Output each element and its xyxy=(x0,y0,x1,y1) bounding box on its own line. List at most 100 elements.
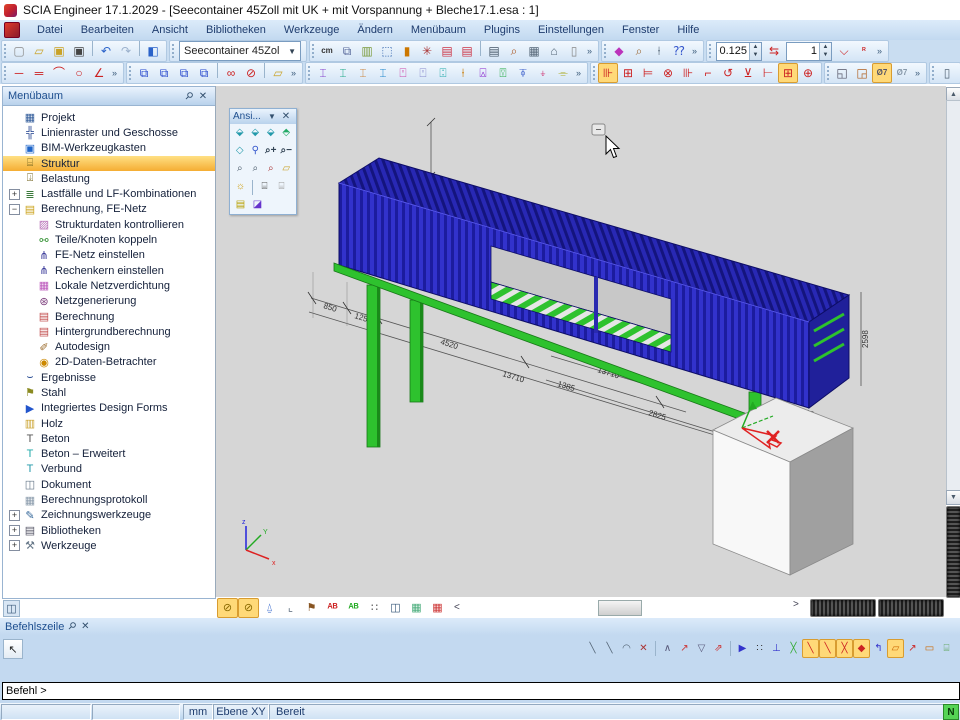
angle-icon[interactable]: ∠ xyxy=(89,63,109,83)
snap-grid-icon[interactable]: ∷ xyxy=(751,639,768,658)
sidebar-item-fe-netz-einstellen[interactable]: ⋔FE-Netz einstellen xyxy=(3,248,215,263)
member-2d-icon[interactable]: ⌶ xyxy=(353,63,373,83)
snap-curve-icon[interactable]: ↰ xyxy=(870,639,887,658)
view-x-icon[interactable]: ⬙ xyxy=(232,125,248,141)
selection-icon[interactable]: ⬚ xyxy=(377,41,397,61)
zoom-selection-icon[interactable]: ⌕ xyxy=(263,161,279,177)
support-icon[interactable]: ⍖ xyxy=(533,63,553,83)
calculator-icon[interactable]: ▦ xyxy=(524,41,544,61)
results-bed-icon[interactable]: ▤ xyxy=(457,41,477,61)
activity-icon[interactable]: ▮ xyxy=(397,41,417,61)
zoom-in-icon[interactable]: ⌕+ xyxy=(263,143,279,159)
sidebar-item-berechnungsprotokoll[interactable]: ▦Berechnungsprotokoll xyxy=(3,492,215,507)
snap-cursor-icon[interactable]: ∧ xyxy=(659,639,676,658)
save-view-icon[interactable]: ▱ xyxy=(279,161,295,177)
arc-icon[interactable]: ⌒ xyxy=(49,63,69,83)
scroll-right-icon[interactable]: > xyxy=(793,599,799,610)
document-icon[interactable]: ▯ xyxy=(564,41,584,61)
snap-endpoint-icon[interactable]: ╲ xyxy=(601,639,618,658)
zoom-all-icon[interactable]: ⌕ xyxy=(248,161,264,177)
snap-select-icon[interactable]: ▶ xyxy=(734,639,751,658)
view-y-icon[interactable]: ⬙ xyxy=(248,125,264,141)
show-member-labels-icon[interactable]: ᴬᴮ xyxy=(343,598,364,618)
menu-ndern[interactable]: Ändern xyxy=(348,21,401,39)
menu-hilfe[interactable]: Hilfe xyxy=(668,21,708,39)
show-flags-icon[interactable]: ⚑ xyxy=(301,598,322,618)
expander-plus-icon[interactable]: + xyxy=(9,189,23,200)
sidebar-item-strukturdaten-kontrollieren[interactable]: ▨Strukturdaten kontrollieren xyxy=(3,217,215,232)
rotate-roller-horizontal-1[interactable] xyxy=(810,599,876,617)
stirrup-icon[interactable]: ⊞ xyxy=(618,63,638,83)
view-axo-icon[interactable]: ⬘ xyxy=(279,125,295,141)
snap-cross-icon[interactable]: ╳ xyxy=(785,639,802,658)
cut-bar-icon[interactable]: ⊻ xyxy=(738,63,758,83)
view-z-icon[interactable]: ⬙ xyxy=(263,125,279,141)
result-scale-icon[interactable]: ᴿ xyxy=(854,41,874,61)
gallery-icon[interactable]: ▥ xyxy=(357,41,377,61)
snap-ortho-icon[interactable]: ⊥ xyxy=(768,639,785,658)
line-icon[interactable]: ─ xyxy=(9,63,29,83)
check-structure-icon[interactable]: ⌕ xyxy=(629,41,649,61)
sidebar-item-beton[interactable]: TBeton xyxy=(3,431,215,446)
sidebar-item-verbund[interactable]: TVerbund xyxy=(3,462,215,477)
menu-ansicht[interactable]: Ansicht xyxy=(143,21,197,39)
clean-icon[interactable]: ◆ xyxy=(609,41,629,61)
calculation-bed-icon[interactable]: ▤ xyxy=(437,41,457,61)
center-point-icon[interactable]: ⊕ xyxy=(798,63,818,83)
show-supports-icon[interactable]: ⍙ xyxy=(259,598,280,618)
copy-icon[interactable]: ⧉ xyxy=(134,63,154,83)
snap-triangle-icon[interactable]: ▽ xyxy=(693,639,710,658)
zoom-window-icon[interactable]: ⌕ xyxy=(232,161,248,177)
plate-icon[interactable]: ⍠ xyxy=(433,63,453,83)
snap-arrow-icon[interactable]: ↗ xyxy=(676,639,693,658)
paste-properties-icon[interactable]: ⧉ xyxy=(194,63,214,83)
snap-settings-icon[interactable]: ⌸ xyxy=(938,639,955,658)
engineering-report-icon[interactable]: ⌂ xyxy=(544,41,564,61)
extend-bar-icon[interactable]: ⊢ xyxy=(758,63,778,83)
scroll-left-icon[interactable]: < xyxy=(448,602,466,613)
menu-werkzeuge[interactable]: Werkzeuge xyxy=(275,21,348,39)
expander-plus-icon[interactable]: + xyxy=(9,525,23,536)
toolbar-overflow-icon[interactable]: » xyxy=(689,43,700,59)
sidebar-item-linienraster-und-geschosse[interactable]: ╬Linienraster und Geschosse xyxy=(3,125,215,140)
status-units[interactable]: mm xyxy=(183,704,213,720)
palette-icon[interactable]: ◲ xyxy=(852,63,872,83)
menu-bibliotheken[interactable]: Bibliotheken xyxy=(197,21,275,39)
sidebar-item-bibliotheken[interactable]: +▤Bibliotheken xyxy=(3,523,215,538)
partial-group-icon[interactable]: ▯ xyxy=(937,63,957,83)
snap-tangent-icon[interactable]: ▱ xyxy=(887,639,904,658)
sidebar-item-projekt[interactable]: ▦Projekt xyxy=(3,110,215,125)
haunch-icon[interactable]: ⍞ xyxy=(393,63,413,83)
sidebar-item-struktur[interactable]: ⌸Struktur xyxy=(3,156,215,171)
delete-icon[interactable]: ⊘ xyxy=(241,63,261,83)
menu-bearbeiten[interactable]: Bearbeiten xyxy=(72,21,143,39)
sidebar-item-autodesign[interactable]: ✐Autodesign xyxy=(3,339,215,354)
dock-tab-icon[interactable]: ◫ xyxy=(3,600,20,617)
sidebar-item-rechenkern-einstellen[interactable]: ⋔Rechenkern einstellen xyxy=(3,263,215,278)
toolbar-overflow-icon[interactable]: » xyxy=(288,65,299,81)
wall-icon[interactable]: ⍕ xyxy=(513,63,533,83)
snap-point-icon[interactable]: ◆ xyxy=(853,639,870,658)
view-monitor-icon[interactable]: ⌸ xyxy=(256,179,273,195)
load-scale-spinbox[interactable]: 0.125 ▲▼ xyxy=(716,42,762,61)
member-1d-props-icon[interactable]: ⌶ xyxy=(333,63,353,83)
show-loads-icon[interactable]: ⌞ xyxy=(280,598,301,618)
sidebar-item-hintergrundberechnung[interactable]: ▤Hintergrundberechnung xyxy=(3,324,215,339)
sidebar-item-integriertes-design-forms[interactable]: ▶Integriertes Design Forms xyxy=(3,401,215,416)
project-manager-icon[interactable]: ◧ xyxy=(143,41,163,61)
sidebar-item-berechnung[interactable]: ▤Berechnung xyxy=(3,309,215,324)
pin-icon[interactable]: ⚲ xyxy=(182,91,196,102)
selection-cursor-button[interactable]: ↖ xyxy=(3,639,23,659)
clipping-box-icon[interactable]: ▤ xyxy=(232,197,249,213)
undo-icon[interactable]: ↶ xyxy=(96,41,116,61)
menu-datei[interactable]: Datei xyxy=(28,21,72,39)
sidebar-item-belastung[interactable]: ⍗Belastung xyxy=(3,171,215,186)
toolbar-overflow-icon[interactable]: » xyxy=(874,43,885,59)
sidebar-item-beton-erweitert[interactable]: TBeton – Erweitert xyxy=(3,447,215,462)
model-canvas[interactable]: 850 1250 4520 13710 13710 1385 2825 860 … xyxy=(216,86,946,597)
paste-icon[interactable]: ⧉ xyxy=(154,63,174,83)
sidebar-item-netzgenerierung[interactable]: ⊛Netzgenerierung xyxy=(3,294,215,309)
snap-delete-icon[interactable]: ✕ xyxy=(635,639,652,658)
menu-plugins[interactable]: Plugins xyxy=(475,21,529,39)
sidebar-item-teile-knoten-koppeln[interactable]: ⚯Teile/Knoten koppeln xyxy=(3,232,215,247)
